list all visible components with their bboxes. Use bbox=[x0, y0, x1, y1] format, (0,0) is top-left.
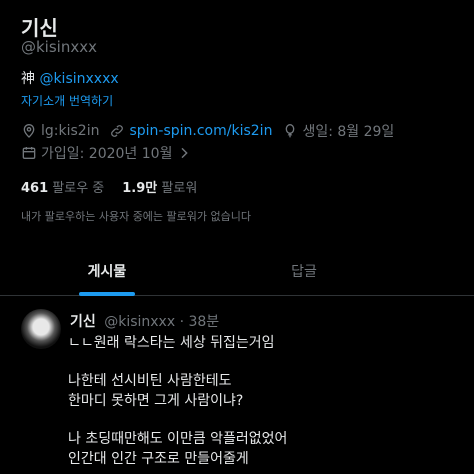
joined-item[interactable]: 가입일: 2020년 10월 bbox=[21, 143, 192, 163]
profile-meta-row-1: lg:kis2in spin-spin.com/kis2in 생일: 8월 29… bbox=[21, 121, 404, 141]
profile-name: 기신 bbox=[21, 16, 58, 40]
chevron-right-icon bbox=[181, 147, 189, 159]
calendar-icon bbox=[22, 147, 36, 159]
post-line: 한마디 못하면 그게 사람이냐? bbox=[68, 393, 244, 409]
post-handle-time[interactable]: @kisinxxx · 38분 bbox=[104, 314, 219, 330]
active-tab-indicator bbox=[79, 292, 135, 296]
link-icon bbox=[111, 125, 124, 137]
bio-mention-link[interactable]: @kisinxxxx bbox=[39, 71, 118, 87]
profile-tabs: 게시물 답글 bbox=[0, 246, 474, 296]
bio-text: 神 bbox=[21, 71, 35, 87]
following-label: 팔로우 중 bbox=[52, 181, 105, 196]
post-body: ㄴㄴ원래 락스타는 세상 뒤집는거임 나한테 선시비틴 사람한테도 한마디 못하… bbox=[68, 333, 464, 469]
followers-stat[interactable]: 1.9만 팔로워 bbox=[122, 181, 197, 196]
followers-label: 팔로워 bbox=[161, 181, 198, 196]
post-line: ㄴㄴ원래 락스타는 세상 뒤집는거임 bbox=[68, 335, 275, 351]
post-header: 기신 @kisinxxx · 38분 bbox=[70, 311, 219, 331]
avatar[interactable] bbox=[21, 309, 61, 349]
post-line: 인간대 인간 구조로 만들어줄게 bbox=[68, 451, 249, 467]
tab-replies[interactable]: 답글 bbox=[214, 246, 394, 296]
post-author-name[interactable]: 기신 bbox=[70, 314, 96, 330]
website-link[interactable]: spin-spin.com/kis2in bbox=[129, 123, 272, 139]
profile-bio: 神 @kisinxxxx bbox=[21, 68, 119, 88]
not-followed-notice: 내가 팔로우하는 사용자 중에는 팔로워가 없습니다 bbox=[21, 210, 252, 223]
post-item[interactable]: 기신 @kisinxxx · 38분 ㄴㄴ원래 락스타는 세상 뒤집는거임 나한… bbox=[0, 297, 474, 474]
birthday-text: 생일: 8월 29일 bbox=[302, 124, 395, 140]
follow-counts: 461 팔로우 중 1.9만 팔로워 bbox=[21, 177, 197, 196]
followers-count: 1.9만 bbox=[122, 181, 158, 196]
location-text: lg:kis2in bbox=[41, 123, 100, 139]
birthday-item: 생일: 8월 29일 bbox=[282, 121, 394, 141]
translate-bio-link[interactable]: 자기소개 번역하기 bbox=[21, 92, 113, 109]
tab-posts[interactable]: 게시물 bbox=[0, 246, 214, 296]
profile-meta-row-2[interactable]: 가입일: 2020년 10월 bbox=[21, 143, 202, 163]
balloon-icon bbox=[286, 124, 295, 138]
location-pin-icon bbox=[23, 124, 35, 138]
joined-text: 가입일: 2020년 10월 bbox=[41, 146, 173, 162]
profile-handle: @kisinxxx bbox=[21, 38, 97, 56]
location-item: lg:kis2in bbox=[21, 123, 99, 139]
website-item: spin-spin.com/kis2in bbox=[109, 123, 272, 139]
post-line: 나 초딩때만해도 이만큼 악플러없었어 bbox=[68, 431, 288, 447]
post-line: 나한테 선시비틴 사람한테도 bbox=[68, 373, 232, 389]
following-count: 461 bbox=[21, 181, 49, 196]
following-stat[interactable]: 461 팔로우 중 bbox=[21, 181, 104, 196]
